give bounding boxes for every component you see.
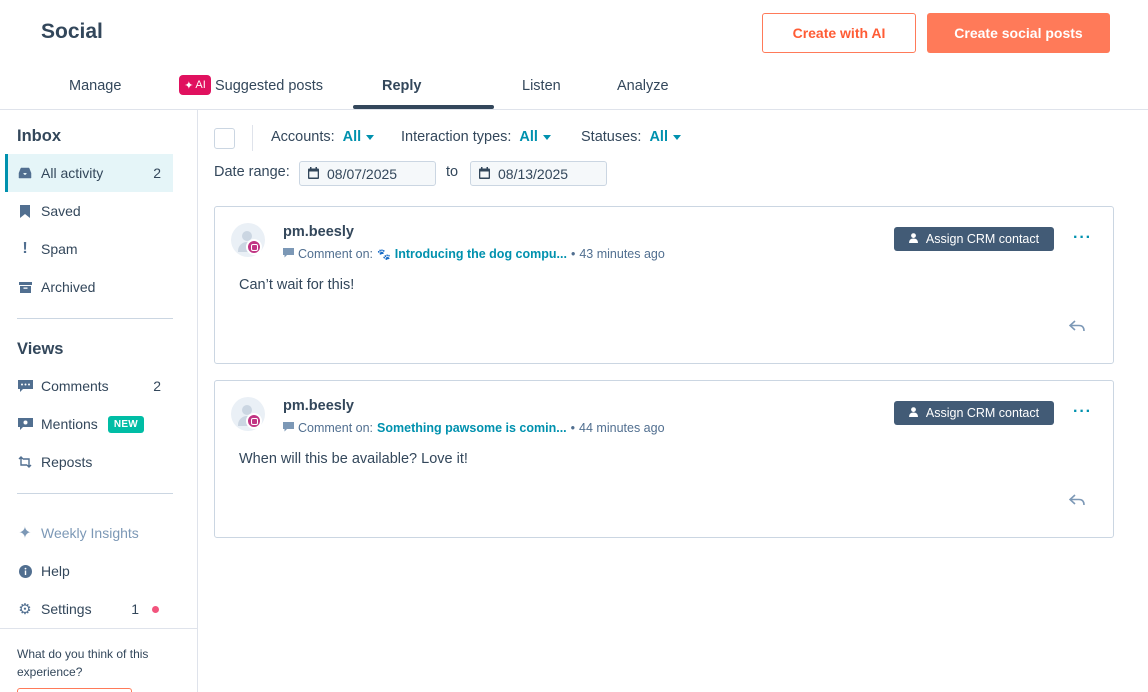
post-title-link[interactable]: Something pawsome is comin... <box>377 421 567 435</box>
comment-icon <box>17 378 33 394</box>
views-heading: Views <box>17 340 64 358</box>
tab-listen[interactable]: Listen <box>522 76 561 96</box>
user-icon <box>908 232 918 246</box>
comment-text: Can’t wait for this! <box>239 277 355 293</box>
all-activity-count: 2 <box>153 165 161 181</box>
assign-crm-contact-button[interactable]: Assign CRM contact <box>894 227 1054 251</box>
sidebar-item-mentions[interactable]: Mentions NEW <box>5 405 173 443</box>
sidebar: Inbox All activity 2 Saved ! Spam Archiv… <box>0 110 198 692</box>
active-tab-indicator <box>353 105 494 109</box>
sidebar-item-spam[interactable]: ! Spam <box>5 230 173 268</box>
date-to-label: to <box>446 164 459 180</box>
bookmark-icon <box>17 203 33 219</box>
sidebar-item-saved[interactable]: Saved <box>5 192 173 230</box>
new-badge: NEW <box>107 415 145 433</box>
statuses-filter[interactable]: Statuses: All <box>581 129 681 145</box>
interaction-types-filter[interactable]: Interaction types: All <box>401 129 551 145</box>
caret-down-icon <box>542 134 551 140</box>
caret-down-icon <box>672 134 681 140</box>
reply-icon[interactable] <box>1068 319 1085 335</box>
user-icon <box>908 406 918 420</box>
page-header: Social Create with AI Create social post… <box>0 0 1148 110</box>
tab-analyze[interactable]: Analyze <box>617 76 669 96</box>
archive-icon <box>17 279 33 295</box>
instagram-icon <box>246 413 262 429</box>
instagram-icon <box>246 239 262 255</box>
post-card[interactable]: pm.beesly Comment on: Something pawsome … <box>214 380 1114 538</box>
more-options-icon[interactable]: ··· <box>1073 229 1092 247</box>
paw-icon: 🐾 <box>377 248 391 261</box>
gear-icon: ⚙ <box>18 601 32 618</box>
ai-badge: ✦ AI <box>179 75 211 95</box>
sidebar-item-archived[interactable]: Archived <box>5 268 173 306</box>
create-social-posts-button[interactable]: Create social posts <box>927 13 1110 53</box>
post-title-link[interactable]: Introducing the dog compu... <box>395 247 567 261</box>
page-title: Social <box>41 20 103 43</box>
inbox-icon <box>17 165 33 181</box>
calendar-icon <box>479 166 490 182</box>
timestamp: 43 minutes ago <box>579 247 665 261</box>
comment-text: When will this be available? Love it! <box>239 451 468 467</box>
mention-icon <box>17 416 33 432</box>
sidebar-divider <box>0 628 197 629</box>
comment-icon <box>283 421 294 435</box>
assign-crm-contact-button[interactable]: Assign CRM contact <box>894 401 1054 425</box>
sidebar-item-all-activity[interactable]: All activity 2 <box>5 154 173 192</box>
date-range-label: Date range: <box>214 164 290 180</box>
sidebar-item-reposts[interactable]: Reposts <box>5 443 173 481</box>
date-from-input[interactable]: 08/07/2025 <box>299 161 436 186</box>
post-card[interactable]: pm.beesly Comment on: 🐾 Introducing the … <box>214 206 1114 364</box>
repost-icon <box>17 454 33 470</box>
timestamp: 44 minutes ago <box>579 421 665 435</box>
comment-meta: Comment on: 🐾 Introducing the dog compu.… <box>283 247 665 261</box>
sidebar-item-weekly-insights[interactable]: ✦ Weekly Insights <box>5 514 173 552</box>
date-to-input[interactable]: 08/13/2025 <box>470 161 607 186</box>
inbox-heading: Inbox <box>17 127 61 145</box>
username[interactable]: pm.beesly <box>283 224 354 240</box>
feedback-button[interactable] <box>17 688 132 692</box>
notification-dot <box>152 605 159 613</box>
more-options-icon[interactable]: ··· <box>1073 403 1092 421</box>
sidebar-divider <box>17 493 173 494</box>
comments-count: 2 <box>153 378 161 394</box>
settings-count: 1 <box>131 601 139 617</box>
accounts-filter[interactable]: Accounts: All <box>271 129 375 145</box>
info-icon <box>17 563 33 579</box>
calendar-icon <box>308 166 319 182</box>
sidebar-divider <box>17 318 173 319</box>
comment-icon <box>283 247 294 261</box>
sidebar-item-comments[interactable]: Comments 2 <box>5 367 173 405</box>
tab-suggested-posts[interactable]: Suggested posts <box>215 76 323 96</box>
reply-icon[interactable] <box>1068 493 1085 509</box>
sidebar-item-settings[interactable]: ⚙ Settings 1 <box>5 590 173 628</box>
exclamation-icon: ! <box>22 240 28 257</box>
sidebar-item-help[interactable]: Help <box>5 552 173 590</box>
comment-meta: Comment on: Something pawsome is comin..… <box>283 421 665 435</box>
sparkle-icon: ✦ <box>18 525 32 542</box>
username[interactable]: pm.beesly <box>283 398 354 414</box>
feedback-prompt: What do you think of this experience? <box>17 647 149 679</box>
create-with-ai-button[interactable]: Create with AI <box>762 13 916 53</box>
tab-reply[interactable]: Reply <box>382 76 422 96</box>
tab-manage[interactable]: Manage <box>69 76 121 96</box>
caret-down-icon <box>366 134 375 140</box>
select-all-checkbox[interactable] <box>214 128 235 149</box>
sparkle-icon: ✦ <box>184 79 194 92</box>
filter-separator <box>252 125 253 151</box>
